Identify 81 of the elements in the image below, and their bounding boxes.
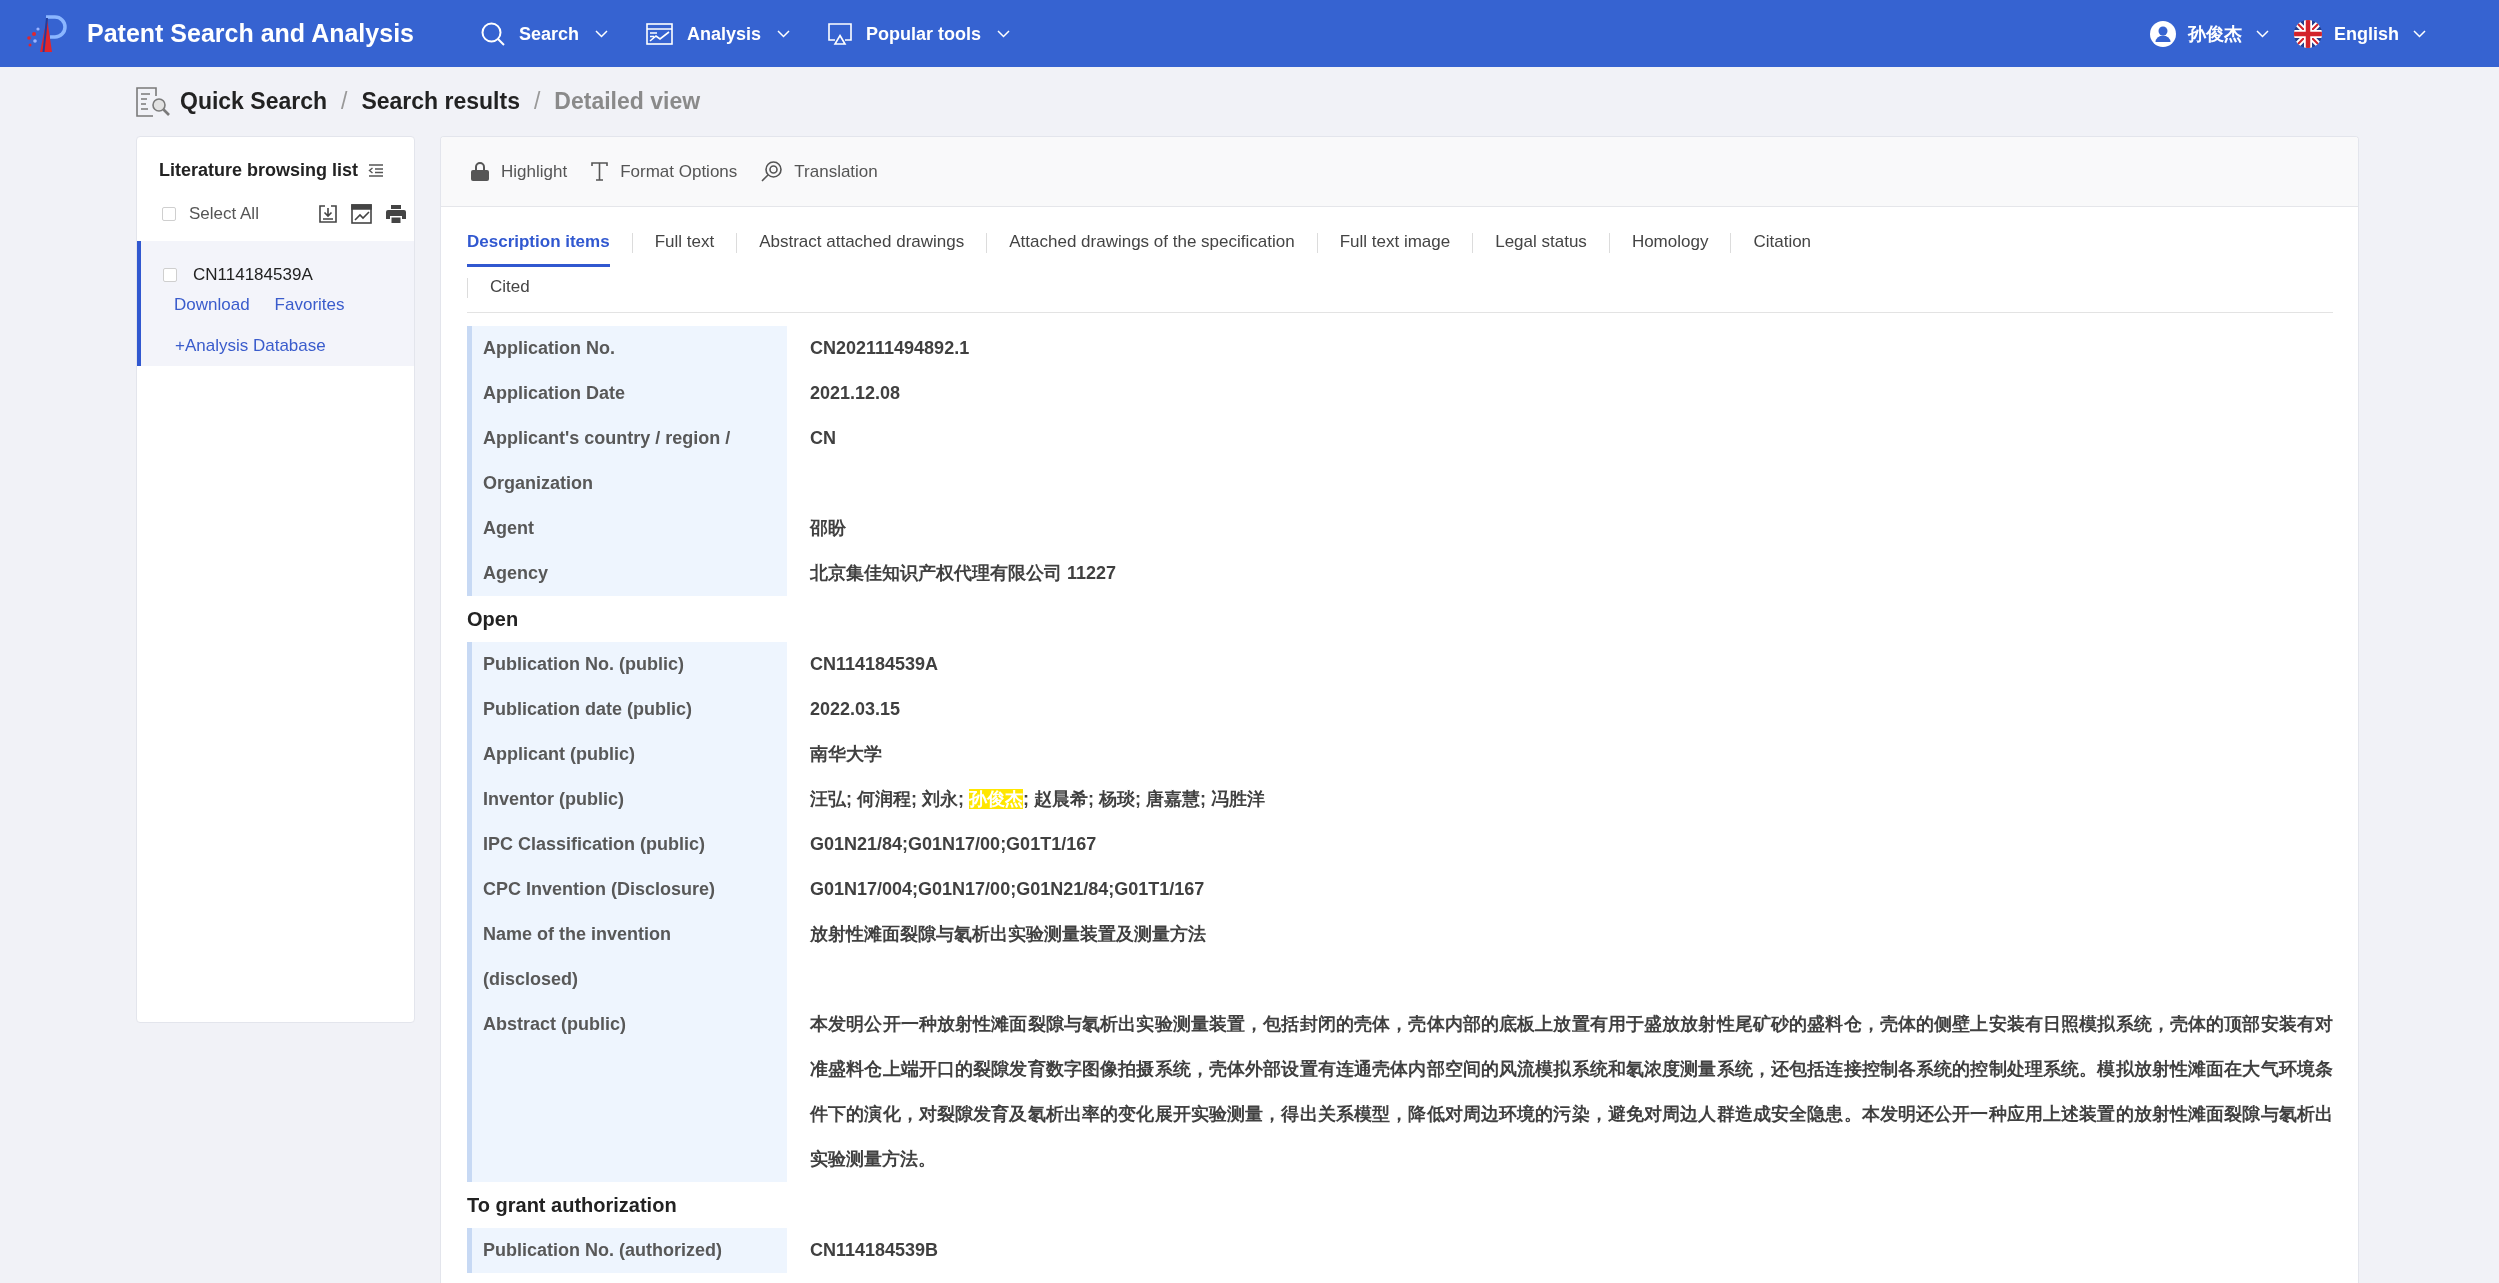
toolbar-button[interactable]: Highlight [471, 158, 568, 185]
screen-icon [828, 22, 853, 45]
breadcrumb-current: Detailed view [554, 87, 701, 117]
tab[interactable]: Description items [467, 222, 610, 267]
add-link[interactable]: +Analysis Database [175, 333, 326, 359]
field-value: 本发明公开一种放射性滩面裂隙与氡析出实验测量装置，包括封闭的壳体，壳体内部的底板上放置有用于盛放放射性尾矿砂的盛料仓，壳体的侧壁上安装有日照模拟系统，壳体的顶部安装有对准盛料仓上端开口的裂隙发育数字图像拍摄系统，壳体外部设置有连通壳体内部空间的风流模拟系统和氡浓度测量系统，还包括连接控制各系统的控制处理系统。模拟放射性滩面在大气环境条件下的演化，对裂隙发育及氡析出率的变化展开实验测量，得出关系模型，降低对周边环境的污染，避免对周边人群造成安全隐患。本发明还公开一种应用上述装置的放射性滩面裂隙与氡析出实验测量方法。 [808, 1013, 2333, 1171]
tab[interactable]: Attached drawings of the specification [1009, 222, 1295, 267]
field-label: Abstract (public) [467, 1002, 787, 1182]
breadcrumb-divider: / [341, 87, 348, 117]
field-label: Application No. [467, 326, 787, 371]
field-label: Agency [467, 551, 787, 596]
chevron-down-icon [777, 29, 791, 38]
nav-menu[interactable]: Popular tools [828, 21, 1011, 46]
field-value: 邵盼 [808, 517, 847, 540]
field-label: Publication No. (public) [467, 642, 787, 687]
tab[interactable]: Full text image [1339, 222, 1451, 267]
search-icon [481, 21, 505, 46]
field-value: CN [809, 427, 837, 450]
nav-menu[interactable]: Analysis [646, 21, 791, 46]
field-value: 北京集佳知识产权代理有限公司 11227 [809, 562, 1118, 585]
section-heading: To grant authorization [467, 1193, 678, 1218]
toolbar-button[interactable]: Translation [761, 158, 878, 185]
tab[interactable]: Cited [490, 267, 530, 312]
field-value: CN114184539B [809, 1239, 940, 1262]
nav-menu[interactable]: Search [481, 21, 609, 46]
field-label: Publication date (public) [467, 687, 787, 732]
user-menu[interactable]: 孙俊杰 [2150, 20, 2269, 47]
flag-icon [2294, 19, 2322, 48]
field-value: 2021.12.08 [809, 382, 902, 405]
field-label: CPC Invention (Disclosure) [467, 867, 787, 912]
field-label: Agent [467, 506, 787, 551]
field-value: 南华大学 [809, 743, 883, 766]
breadcrumb-divider: / [533, 87, 541, 117]
field-value: 汪弘; 何润程; 刘永; 孙俊杰; 赵晨希; 杨琰; 唐嘉慧; 冯胜洋 [809, 788, 1266, 811]
tab[interactable]: Citation [1753, 222, 1812, 267]
tab[interactable]: Abstract attached drawings [759, 222, 965, 267]
logo-icon [24, 13, 70, 54]
letter-t-icon [591, 162, 609, 181]
field-label: Applicant (public) [467, 732, 787, 777]
field-value: G01N17/004;G01N17/00;G01N21/84;G01T1/167 [809, 878, 1206, 901]
field-value: G01N21/84;G01N17/00;G01T1/167 [809, 833, 1098, 856]
field-label: Name of the invention (disclosed) [467, 912, 787, 1002]
chart-board-icon [646, 22, 674, 45]
tab[interactable]: Full text [654, 222, 715, 267]
list-indent-icon [368, 163, 385, 177]
breadcrumb-link[interactable]: Quick Search [180, 84, 328, 119]
tab[interactable]: Legal status [1495, 222, 1587, 267]
language-menu[interactable]: English [2294, 19, 2426, 48]
magnifier-icon [761, 161, 783, 182]
field-label: IPC Classification (public) [467, 822, 787, 867]
chevron-down-icon [997, 29, 1011, 38]
field-label: Applicant's country / region / Organization [467, 416, 787, 506]
chevron-down-icon [2256, 29, 2269, 38]
field-value: CN202111494892.1 [809, 337, 971, 360]
list-item[interactable]: CN114184539A Download Favorites +Analysis Database [137, 241, 414, 366]
download-icon [319, 205, 337, 223]
field-label: Inventor (public) [467, 777, 787, 822]
padlock-icon [471, 162, 489, 181]
section-heading: Open [467, 607, 520, 632]
toolbar-button[interactable]: Format Options [591, 158, 738, 185]
field-label: Publication No. (authorized) [467, 1228, 787, 1273]
user-icon [2150, 20, 2176, 47]
tab[interactable]: Homology [1631, 222, 1709, 267]
field-value: CN114184539A [809, 653, 940, 676]
field-label: Application Date [467, 371, 787, 416]
app-title: Patent Search and Analysis [87, 17, 414, 49]
chevron-down-icon [595, 29, 609, 38]
field-value: 放射性滩面裂隙与氡析出实验测量装置及测量方法 [809, 923, 1207, 946]
panel-title: Literature browsing list [159, 159, 359, 182]
field-value: 2022.03.15 [809, 698, 902, 721]
patent-number: CN114184539A [193, 264, 313, 287]
chevron-down-icon [2413, 29, 2426, 38]
printer-icon [386, 205, 406, 223]
checkbox[interactable] [163, 268, 177, 282]
document-search-icon [136, 86, 170, 117]
checkbox[interactable] [162, 207, 176, 221]
chart-icon [351, 204, 372, 224]
action-link[interactable]: Favorites [274, 292, 345, 318]
breadcrumb-link[interactable]: Search results [361, 84, 520, 119]
checkbox-label[interactable]: Select All [189, 201, 259, 227]
action-link[interactable]: Download [174, 292, 250, 318]
